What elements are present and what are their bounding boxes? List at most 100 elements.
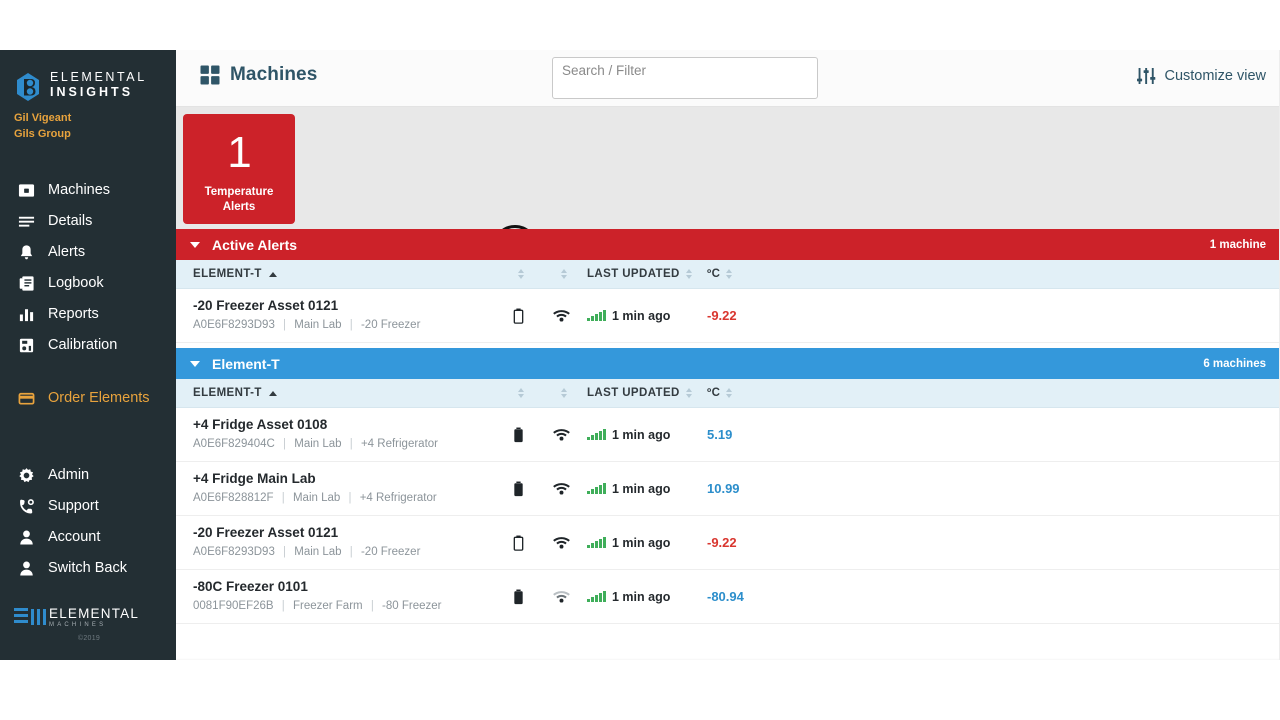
wifi-weak-icon (535, 590, 587, 603)
meta-separator: | (283, 546, 287, 559)
letterbox-bottom (0, 660, 1280, 720)
footer-logo-verticals-icon (31, 609, 49, 626)
last-updated-text: 1 min ago (612, 308, 671, 323)
table-row[interactable]: -20 Freezer Asset 0121 A0E6F8293D93 | Ma… (176, 289, 1280, 343)
battery-empty-icon (501, 308, 535, 324)
column-header-temperature[interactable]: ºC (707, 268, 785, 280)
main-content: Machines Search / Filter Customize view … (176, 50, 1280, 660)
nav-section-spacer (0, 414, 176, 460)
last-updated-cell: 1 min ago (587, 309, 707, 323)
chevron-down-icon (190, 360, 200, 367)
page-title-group: Machines (200, 64, 317, 86)
machine-name: +4 Fridge Main Lab (193, 471, 316, 487)
user-group: Gils Group (14, 127, 71, 140)
section-header-element-t[interactable]: Element-T 6 machines (176, 348, 1280, 379)
meta-separator: | (349, 319, 353, 332)
machine-type: +4 Refrigerator (360, 438, 438, 451)
customize-view-button[interactable]: Customize view (1137, 67, 1266, 85)
column-header-temperature-label: ºC (707, 387, 721, 399)
table-row[interactable]: +4 Fridge Main Lab A0E6F828812F | Main L… (176, 462, 1280, 516)
sidebar-item-order-elements-label: Order Elements (48, 390, 150, 407)
sidebar-item-logbook[interactable]: Logbook (0, 268, 176, 299)
machine-name: -80C Freezer 0101 (193, 579, 308, 595)
machine-serial: A0E6F828812F (193, 492, 274, 505)
table-row[interactable]: -20 Freezer Asset 0121 A0E6F8293D93 | Ma… (176, 516, 1280, 570)
last-updated-text: 1 min ago (612, 427, 671, 442)
screen: ELEMENTAL INSIGHTS Gil Vigeant Gils Grou… (0, 0, 1280, 720)
machine-type: -80 Freezer (382, 600, 442, 613)
column-header-last-updated[interactable]: LAST UPDATED (587, 268, 707, 280)
sort-toggle-icon[interactable] (685, 388, 692, 398)
section-header-active-alerts[interactable]: Active Alerts 1 machine (176, 229, 1280, 260)
machine-name: +4 Fridge Asset 0108 (193, 417, 328, 433)
meta-separator: | (349, 546, 353, 559)
sidebar-item-logbook-label: Logbook (48, 275, 104, 292)
machine-serial: 0081F90EF26B (193, 600, 274, 613)
search-placeholder: Search / Filter (562, 63, 647, 78)
machine-name: -20 Freezer Asset 0121 (193, 298, 339, 314)
column-header-connectivity[interactable] (535, 388, 587, 398)
sidebar-item-details[interactable]: Details (0, 206, 176, 237)
sidebar-item-machines[interactable]: Machines (0, 175, 176, 206)
footer-logo-subword: MACHINES (49, 622, 107, 628)
sidebar-item-details-label: Details (48, 213, 93, 230)
sidebar-item-reports[interactable]: Reports (0, 299, 176, 330)
search-input[interactable]: Search / Filter (552, 57, 818, 99)
sort-toggle-icon[interactable] (518, 269, 524, 279)
sort-toggle-icon[interactable] (561, 269, 567, 279)
column-header-battery[interactable] (501, 388, 535, 398)
sidebar-item-calibration-label: Calibration (48, 337, 118, 354)
machine-meta: 0081F90EF26B | Freezer Farm | -80 Freeze… (193, 600, 501, 614)
machine-type: -20 Freezer (360, 319, 421, 332)
temperature-value: 10.99 (707, 481, 740, 496)
column-header-battery[interactable] (501, 269, 535, 279)
battery-full-icon (501, 481, 535, 497)
column-header-connectivity[interactable] (535, 269, 587, 279)
sidebar-item-order-elements[interactable]: Order Elements (0, 383, 176, 414)
order-elements-icon (17, 389, 35, 407)
sort-toggle-icon[interactable] (561, 388, 567, 398)
temperature-alerts-label-line2: Alerts (222, 201, 256, 214)
sidebar-item-alerts[interactable]: Alerts (0, 237, 176, 268)
sidebar-item-account[interactable]: Account (0, 522, 176, 553)
sidebar-nav: Machines Details Alerts Logbook Reports … (0, 175, 176, 584)
wifi-icon (535, 309, 587, 322)
sort-toggle-icon[interactable] (685, 269, 692, 279)
table-row[interactable]: +4 Fridge Asset 0108 A0E6F829404C | Main… (176, 408, 1280, 462)
meta-separator: | (348, 492, 352, 505)
column-header-element-t[interactable]: ELEMENT-T (193, 387, 501, 399)
temperature-value: -9.22 (707, 535, 737, 550)
machines-icon (17, 181, 35, 199)
sidebar-item-account-label: Account (48, 529, 101, 546)
column-header-temperature[interactable]: ºC (707, 387, 785, 399)
battery-empty-icon (501, 535, 535, 551)
calibration-icon (17, 336, 35, 354)
table-row[interactable]: -80C Freezer 0101 0081F90EF26B | Freezer… (176, 570, 1280, 624)
sidebar-item-support[interactable]: Support (0, 491, 176, 522)
signal-strength-icon (587, 429, 607, 440)
sort-toggle-icon[interactable] (518, 388, 524, 398)
column-header-element-t[interactable]: ELEMENT-T (193, 268, 501, 280)
machine-serial: A0E6F8293D93 (193, 546, 275, 559)
grid-icon (200, 65, 220, 85)
chevron-down-icon (190, 241, 200, 248)
sidebar-item-calibration[interactable]: Calibration (0, 330, 176, 361)
sidebar-item-switch-back[interactable]: Switch Back (0, 553, 176, 584)
letterbox-top (0, 0, 1280, 50)
sort-toggle-icon[interactable] (726, 269, 733, 279)
column-header-temperature-label: ºC (707, 268, 721, 280)
user-icon (17, 559, 35, 577)
column-header-last-updated-label: LAST UPDATED (587, 268, 680, 280)
temperature-alerts-tile[interactable]: 1 Temperature Alerts (183, 114, 295, 224)
sort-ascending-icon (268, 271, 277, 277)
sidebar-item-alerts-label: Alerts (48, 244, 86, 261)
last-updated-cell: 1 min ago (587, 482, 707, 496)
page-title: Machines (230, 64, 318, 85)
sort-toggle-icon[interactable] (726, 388, 733, 398)
temperature-alerts-label-line1: Temperature (204, 186, 274, 198)
machine-location: Freezer Farm (292, 600, 363, 613)
section-title-active-alerts: Active Alerts (212, 236, 298, 253)
sidebar-item-admin[interactable]: Admin (0, 460, 176, 491)
column-header-last-updated[interactable]: LAST UPDATED (587, 387, 707, 399)
signal-strength-icon (587, 483, 607, 494)
